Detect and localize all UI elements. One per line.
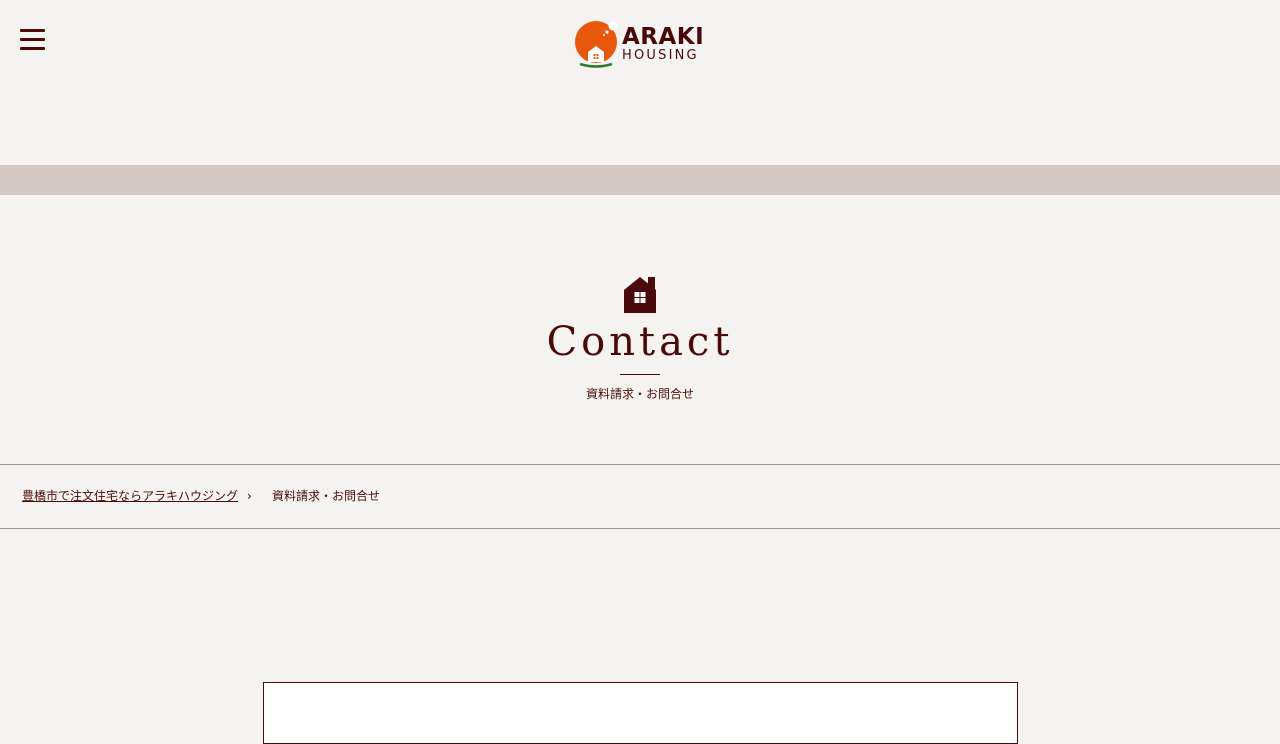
logo-subtitle: HOUSING [622, 48, 699, 63]
hamburger-menu-button[interactable] [20, 29, 45, 51]
page-subtitle: 資料請求・お問合せ [585, 387, 694, 401]
site-logo[interactable]: ARAKI HOUSING [574, 18, 708, 70]
breadcrumb-separator-icon: › [247, 489, 252, 503]
page-heading: Contact 資料請求・お問合せ [0, 195, 1280, 464]
breadcrumb: 豊橋市で注文住宅ならアラキハウジング › 資料請求・お問合せ [0, 464, 1280, 529]
breadcrumb-home-link[interactable]: 豊橋市で注文住宅ならアラキハウジング [22, 488, 238, 504]
house-icon [624, 277, 656, 313]
logo-sun-house-icon [575, 21, 618, 68]
logo-wordmark: ARAKI [622, 24, 705, 50]
contact-form-box [263, 682, 1018, 744]
site-header: ARAKI HOUSING [0, 0, 1280, 165]
breadcrumb-current: 資料請求・お問合せ [272, 489, 381, 503]
hamburger-line-icon [20, 47, 45, 50]
hamburger-line-icon [20, 38, 45, 41]
page-title: Contact [546, 319, 734, 365]
hamburger-line-icon [20, 29, 45, 32]
decorative-band [0, 165, 1280, 195]
title-divider [620, 374, 660, 375]
